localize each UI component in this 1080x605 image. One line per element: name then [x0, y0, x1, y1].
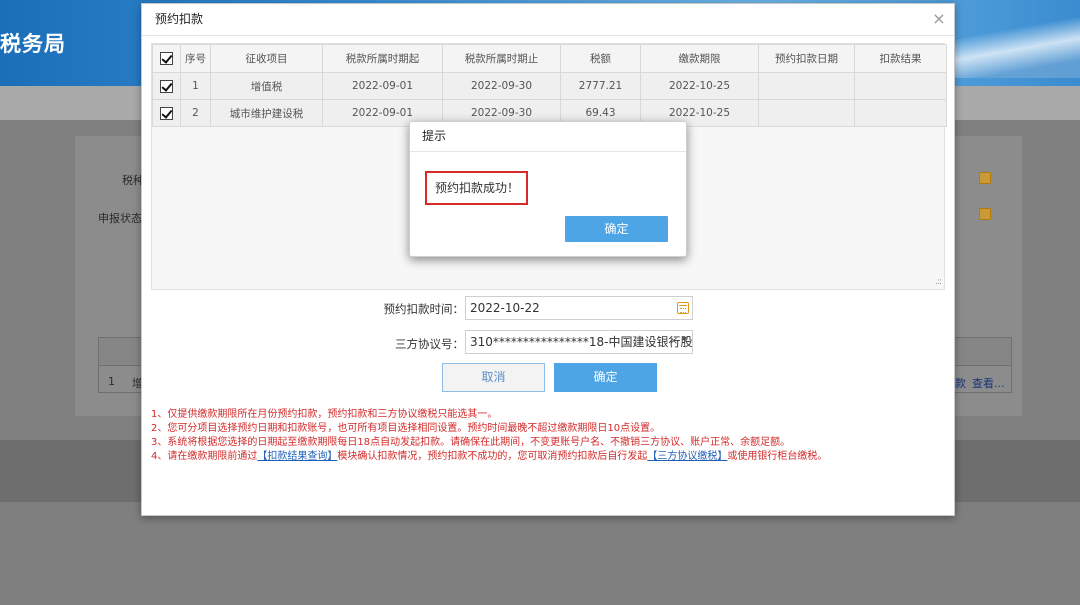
column-header: 预约扣款日期 [758, 44, 855, 73]
appointment-time-label: 预约扣款时间： [383, 302, 465, 316]
instruction-notes: 1、仅提供缴款期限所在月份预约扣款，预约扣款和三方协议缴税只能选其一。 2、您可… [151, 408, 941, 464]
agreement-select[interactable]: 310****************18-中国建设银行股份 [465, 330, 693, 354]
deduct-link[interactable]: 款 [955, 375, 966, 391]
row-amount: 2777.21 [560, 72, 641, 100]
note-4: 4、请在缴款期限前通过【扣款结果查询】模块确认扣款情况，预约扣款不成功的，您可取… [151, 450, 941, 464]
column-header: 扣款结果 [854, 44, 947, 73]
tip-ok-button[interactable]: 确定 [565, 216, 668, 242]
site-brand: 税务局 [0, 32, 66, 56]
row-deadline: 2022-10-25 [640, 72, 759, 100]
chevron-down-icon[interactable]: ▾ [682, 334, 687, 345]
dialog-title: 预约扣款 [155, 12, 204, 26]
checkbox-checked-icon[interactable] [160, 52, 173, 65]
clear-icon[interactable]: × [669, 334, 678, 347]
page-bottom [0, 502, 1080, 605]
cancel-button[interactable]: 取消 [442, 363, 545, 392]
note-3: 3、系统将根据您选择的日期起至缴款期限每日18点自动发起扣款。请确保在此期间，不… [151, 437, 791, 448]
row-result [854, 72, 947, 100]
row-item: 城市维护建设税 [210, 99, 323, 127]
status-label: 申报状态 [98, 212, 142, 225]
calendar-icon[interactable] [677, 302, 689, 314]
column-header: 税款所属时期起 [322, 44, 443, 73]
column-header: 缴款期限 [640, 44, 759, 73]
note-1: 1、仅提供缴款期限所在月份预约扣款，预约扣款和三方协议缴税只能选其一。 [151, 409, 498, 420]
appointment-deduction-dialog: 预约扣款 × 序号 征收项目 税款所属时期起 税款所属时期止 税额 缴款期限 预… [141, 3, 955, 516]
row-number: 2 [180, 99, 211, 127]
row-checkbox[interactable] [152, 72, 181, 100]
note-4-text: 模块确认扣款情况，预约扣款不成功的，您可取消预约扣款后自行发起 [337, 451, 648, 462]
checkbox-checked-icon[interactable] [160, 79, 173, 93]
tripartite-payment-link[interactable]: 【三方协议缴税】 [647, 451, 727, 462]
calendar-icon[interactable] [979, 172, 991, 184]
column-header: 税额 [560, 44, 641, 73]
calendar-icon[interactable] [979, 208, 991, 220]
note-2: 2、您可分项目选择预约日期和扣款账号，也可所有项目选择相同设置。预约时间最晚不超… [151, 423, 661, 434]
checkbox-checked-icon[interactable] [160, 106, 173, 120]
agreement-value: 310****************18-中国建设银行股份 [470, 335, 693, 349]
row-result [854, 99, 947, 127]
row-checkbox[interactable] [152, 99, 181, 127]
select-all-checkbox[interactable] [152, 44, 181, 73]
table-row-number: 1 [108, 375, 115, 388]
view-link[interactable]: 查看... [972, 375, 1005, 391]
dialog-title-bar: 预约扣款 × [142, 4, 954, 36]
confirm-button[interactable]: 确定 [554, 363, 657, 392]
row-number: 1 [180, 72, 211, 100]
success-message: 预约扣款成功！ [425, 171, 528, 205]
tip-title: 提示 [410, 122, 686, 152]
table-row[interactable]: 1 增值税 2022-09-01 2022-09-30 2777.21 2022… [152, 72, 947, 100]
note-4-text: 或使用银行柜台缴税。 [727, 451, 828, 462]
agreement-label: 三方协议号： [395, 337, 464, 351]
close-icon[interactable]: × [932, 4, 946, 34]
appointment-time-input[interactable]: 2022-10-22 [465, 296, 693, 320]
note-4-text: 4、请在缴款期限前通过 [151, 451, 258, 462]
grid-header-row: 序号 征收项目 税款所属时期起 税款所属时期止 税额 缴款期限 预约扣款日期 扣… [152, 44, 947, 73]
resize-grip-icon[interactable]: .:: [935, 277, 942, 287]
column-header: 序号 [180, 44, 211, 73]
deduction-result-query-link[interactable]: 【扣款结果查询】 [257, 451, 337, 462]
column-header: 税款所属时期止 [442, 44, 561, 73]
row-deduct-date[interactable] [758, 72, 855, 100]
column-header: 征收项目 [210, 44, 323, 73]
row-period-end: 2022-09-30 [442, 72, 561, 100]
appointment-time-value: 2022-10-22 [470, 301, 540, 315]
row-deduct-date[interactable] [758, 99, 855, 127]
success-tip-dialog: 提示 预约扣款成功！ 确定 [409, 121, 687, 257]
row-period-start: 2022-09-01 [322, 72, 443, 100]
row-item: 增值税 [210, 72, 323, 100]
